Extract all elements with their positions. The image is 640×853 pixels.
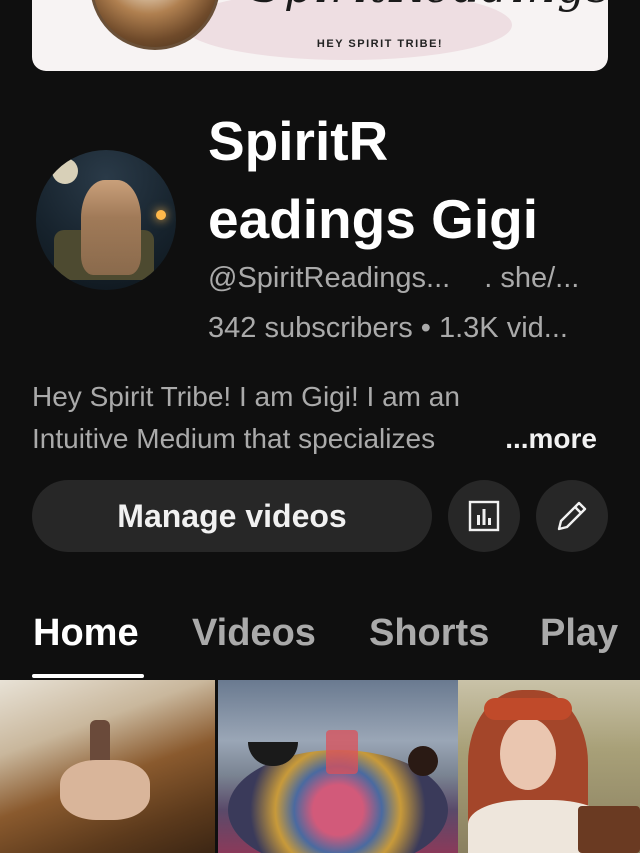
description-line-1: Hey Spirit Tribe! I am Gigi! I am an: [32, 381, 460, 412]
banner-script-title: SpiritReadings Gigi: [252, 0, 608, 13]
tab-shorts[interactable]: Shorts: [369, 612, 489, 655]
channel-handle-row[interactable]: @SpiritReadings... . she/...: [208, 262, 579, 295]
active-tab-indicator: [32, 674, 144, 678]
analytics-button[interactable]: [448, 480, 520, 552]
avatar-figure: [81, 180, 141, 275]
video-thumbnail[interactable]: [218, 680, 458, 853]
description-more-link[interactable]: ...more: [481, 418, 597, 460]
thumbnail-glass: [326, 730, 358, 774]
tab-videos[interactable]: Videos: [192, 612, 316, 655]
channel-handle: @SpiritReadings...: [208, 262, 451, 294]
video-thumbnail-row: [0, 680, 640, 853]
channel-stats: 342 subscribers • 1.3K vid...: [208, 312, 568, 344]
video-thumbnail[interactable]: [458, 680, 640, 853]
thumbnail-hands: [60, 760, 150, 820]
channel-banner: SpiritReadings Gigi HEY SPIRIT TRIBE!: [32, 0, 608, 71]
thumbnail-face: [500, 718, 556, 790]
avatar-moon: [52, 158, 78, 184]
channel-name-line1: SpiritR: [208, 110, 389, 172]
channel-avatar[interactable]: [36, 150, 176, 290]
tab-playlists[interactable]: Play: [540, 612, 618, 655]
thumbnail-book: [578, 806, 640, 853]
manage-videos-button[interactable]: Manage videos: [32, 480, 432, 552]
pencil-icon: [557, 501, 587, 531]
video-thumbnail[interactable]: [0, 680, 215, 853]
avatar-candle: [156, 210, 166, 220]
description-line-2-text: Intuitive Medium that specializes: [32, 423, 436, 454]
edit-channel-button[interactable]: [536, 480, 608, 552]
channel-name-line2: eadings Gigi: [208, 188, 539, 250]
thumbnail-flower-crown: [484, 698, 572, 720]
banner-tagline: HEY SPIRIT TRIBE!: [316, 38, 444, 50]
tab-home[interactable]: Home: [33, 612, 139, 655]
bar-chart-icon: [468, 500, 500, 532]
channel-name: SpiritR eadings Gigi: [208, 102, 608, 258]
channel-tabs: Home Videos Shorts Play: [0, 596, 640, 680]
description-line-2: Intuitive Medium that specializes ...mor…: [32, 418, 607, 460]
channel-description[interactable]: Hey Spirit Tribe! I am Gigi! I am an Int…: [32, 376, 607, 460]
thumbnail-orb: [408, 746, 438, 776]
channel-pronouns: . she/...: [484, 262, 580, 294]
